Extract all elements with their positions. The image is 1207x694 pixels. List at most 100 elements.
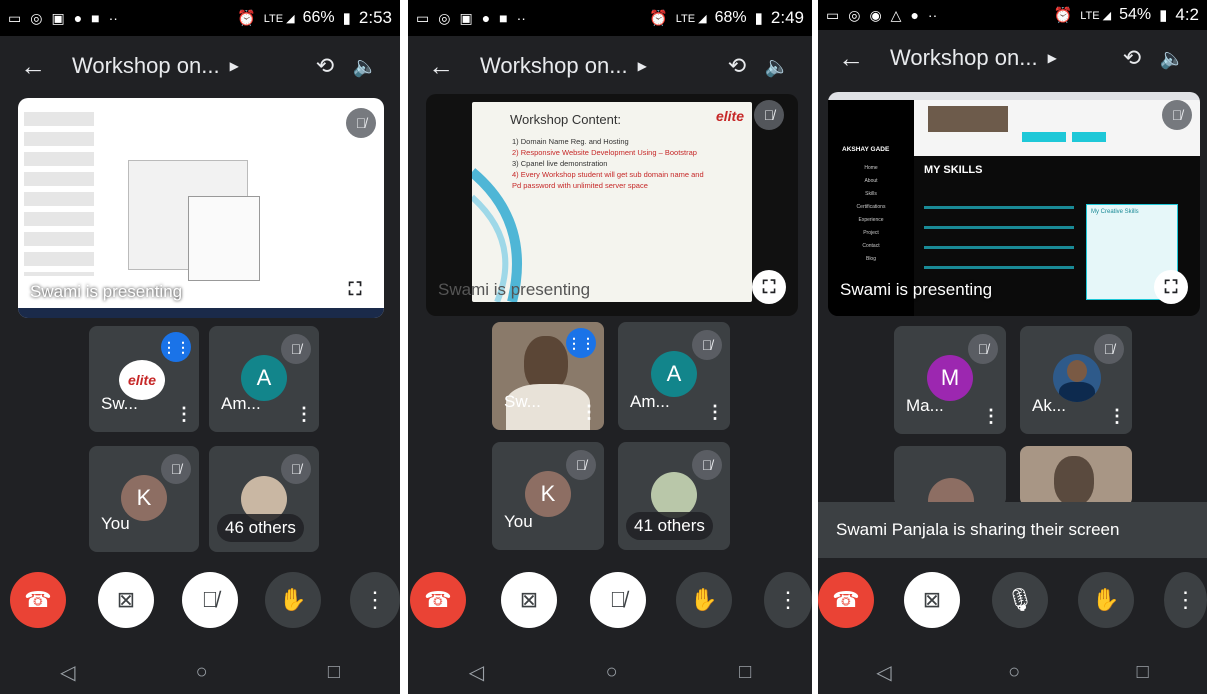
participant-tile-self[interactable]: K 🎙̸ You: [492, 442, 604, 550]
participant-tile[interactable]: ⋮⋮ Sw... ⋮: [492, 322, 604, 430]
more-vert-icon[interactable]: ⋮: [175, 405, 193, 423]
more-vert-icon[interactable]: ⋮: [580, 403, 598, 421]
slide-bullet: 3) Cpanel live demonstration: [512, 159, 608, 168]
android-nav-bar: ◁ ○ □: [0, 650, 400, 694]
site-menu-item: Experience: [858, 217, 884, 223]
nav-home-icon[interactable]: ○: [606, 661, 618, 684]
raise-hand-button[interactable]: ✋: [265, 572, 321, 628]
browser-bar: [828, 92, 1200, 100]
whatsapp-icon: ◎: [30, 9, 43, 26]
participant-tile[interactable]: 🎙̸ Ak... ⋮: [1020, 326, 1132, 434]
participant-tile-self[interactable]: K 🎙̸ You: [89, 446, 199, 552]
participant-photo: [1053, 354, 1101, 402]
skill-bar: [924, 246, 1074, 249]
mic-toggle-button[interactable]: 🎙̸: [590, 572, 646, 628]
fullscreen-icon[interactable]: ⛶: [1154, 270, 1188, 304]
nav-recents-icon[interactable]: □: [1137, 661, 1149, 684]
caret-right-icon[interactable]: ▶: [230, 59, 239, 73]
more-options-button[interactable]: ⋮: [1164, 572, 1207, 628]
back-arrow-icon[interactable]: ←: [428, 51, 468, 82]
others-tile[interactable]: 🎙̸ 46 others: [209, 446, 319, 552]
mic-toggle-button[interactable]: 🎙: [992, 572, 1048, 628]
more-notifications-icon: ··: [927, 7, 938, 23]
elite-logo: elite: [715, 108, 744, 124]
more-vert-icon[interactable]: ⋮: [982, 407, 1000, 425]
slide-bullet: 4) Every Workshop student will get sub d…: [512, 170, 704, 179]
nav-home-icon[interactable]: ○: [1008, 661, 1020, 684]
presentation-stage[interactable]: AKSHAY GADE Home About Skills Certificat…: [828, 92, 1200, 316]
speaking-indicator-icon: ⋮⋮: [161, 332, 191, 362]
end-call-button[interactable]: ☎: [410, 572, 466, 628]
switch-camera-icon[interactable]: ⟲: [1107, 45, 1157, 71]
more-vert-icon[interactable]: ⋮: [1108, 407, 1126, 425]
participant-name: Am...: [630, 392, 670, 411]
meeting-title[interactable]: Workshop on...: [72, 53, 220, 79]
more-notifications-icon: ··: [516, 10, 526, 26]
back-arrow-icon[interactable]: ←: [838, 43, 878, 74]
participant-name: You: [504, 512, 533, 531]
fullscreen-icon[interactable]: ⛶: [338, 272, 372, 306]
nav-back-icon[interactable]: ◁: [469, 660, 484, 685]
end-call-button[interactable]: ☎: [10, 572, 66, 628]
participant-name: You: [101, 514, 130, 533]
meeting-title[interactable]: Workshop on...: [480, 53, 628, 79]
more-options-button[interactable]: ⋮: [350, 572, 400, 628]
speaker-icon[interactable]: 🔈: [762, 54, 792, 79]
status-bar: ▭ ◎ ◉ △ ● ·· ⏰ LTE ◢ 54% ▮ 4:2: [818, 0, 1207, 30]
camera-toggle-button[interactable]: ⊠: [904, 572, 960, 628]
nav-back-icon[interactable]: ◁: [876, 660, 891, 685]
participant-tile[interactable]: M 🎙̸ Ma... ⋮: [894, 326, 1006, 434]
switch-camera-icon[interactable]: ⟲: [712, 53, 762, 79]
alarm-icon: ⏰: [649, 10, 668, 27]
presentation-stage[interactable]: 🎙̸ Swami is presenting ⛶: [18, 98, 384, 318]
phone-panel-1: ▭ ◎ ▣ ● ■ ·· ⏰ LTE ◢ 66% ▮ 2:53 ← Worksh…: [0, 0, 400, 694]
nav-recents-icon[interactable]: □: [739, 661, 751, 684]
raise-hand-button[interactable]: ✋: [676, 572, 732, 628]
caret-right-icon[interactable]: ▶: [638, 59, 647, 73]
battery-icon: ▮: [754, 10, 763, 27]
nav-recents-icon[interactable]: □: [328, 661, 340, 684]
more-options-button[interactable]: ⋮: [764, 572, 812, 628]
presentation-stage[interactable]: Workshop Content: elite 1) Domain Name R…: [426, 94, 798, 316]
nav-back-icon[interactable]: ◁: [60, 660, 75, 685]
raise-hand-button[interactable]: ✋: [1078, 572, 1134, 628]
more-vert-icon[interactable]: ⋮: [706, 403, 724, 421]
more-vert-icon[interactable]: ⋮: [295, 405, 313, 423]
camera-toggle-button[interactable]: ⊠: [501, 572, 557, 628]
mic-off-icon: 🎙̸: [161, 454, 191, 484]
others-count: 46 others: [217, 514, 304, 542]
participant-tile[interactable]: elite ⋮⋮ Sw... ⋮: [89, 326, 199, 432]
site-heading: MY SKILLS: [924, 164, 983, 176]
avatar: M: [927, 355, 973, 401]
calendar-icon: ▣: [51, 9, 65, 26]
meeting-title[interactable]: Workshop on...: [890, 45, 1038, 71]
camera-toggle-button[interactable]: ⊠: [98, 572, 154, 628]
android-nav-bar: ◁ ○ □: [818, 650, 1207, 694]
camera-off-icon: ⊠: [116, 587, 136, 612]
maps-icon: ●: [73, 10, 83, 26]
lte-signal-icon: LTE ◢: [263, 12, 295, 25]
nav-home-icon[interactable]: ○: [196, 661, 208, 684]
slide-swoosh-graphic: [472, 168, 522, 302]
back-arrow-icon[interactable]: ←: [20, 51, 60, 82]
fullscreen-icon[interactable]: ⛶: [752, 270, 786, 304]
slide-bullet: 1) Domain Name Reg. and Hosting: [512, 137, 629, 146]
battery-percent: 68%: [714, 9, 747, 26]
meeting-header: ← Workshop on... ▶ ⟲ 🔈: [818, 28, 1207, 88]
site-name: AKSHAY GADE: [842, 146, 890, 153]
status-bar: ▭ ◎ ▣ ● ■ ·· ⏰ LTE ◢ 66% ▮ 2:53: [0, 0, 400, 36]
speaker-icon[interactable]: 🔈: [350, 54, 380, 79]
caret-right-icon[interactable]: ▶: [1048, 51, 1057, 65]
participant-tile-self[interactable]: [894, 446, 1006, 506]
others-tile[interactable]: 🎙̸ 41 others: [618, 442, 730, 550]
participant-tile[interactable]: [1020, 446, 1132, 506]
participant-tile[interactable]: A 🎙̸ Am... ⋮: [209, 326, 319, 432]
speaker-icon[interactable]: 🔈: [1157, 46, 1187, 71]
site-button: [1022, 132, 1066, 142]
participant-tile[interactable]: A 🎙̸ Am... ⋮: [618, 322, 730, 430]
end-call-button[interactable]: ☎: [818, 572, 874, 628]
cast-icon: ▭: [8, 9, 22, 26]
switch-camera-icon[interactable]: ⟲: [300, 53, 350, 79]
mic-toggle-button[interactable]: 🎙̸: [182, 572, 238, 628]
phone-hangup-icon: ☎: [832, 587, 860, 612]
